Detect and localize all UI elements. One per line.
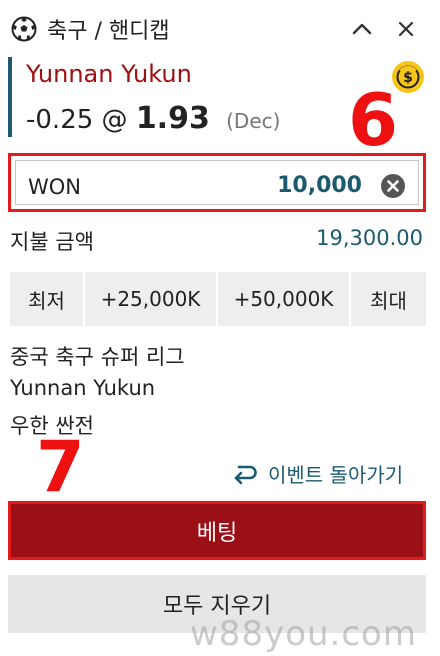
selection-accent-bar xyxy=(8,57,12,137)
odds-value: 1.93 xyxy=(135,101,210,136)
stake-input[interactable]: WON 10,000 xyxy=(15,160,419,205)
place-bet-button[interactable]: 베팅 xyxy=(11,504,423,557)
annotation-number-6: 6 xyxy=(348,78,399,162)
betslip-header: 축구 / 핸디캡 xyxy=(0,0,440,56)
quick-stake-min-button[interactable]: 최저 xyxy=(10,272,83,326)
svg-text:$: $ xyxy=(403,70,413,86)
odds-format: (Dec) xyxy=(226,109,281,133)
league-name: 중국 축구 슈퍼 리그 xyxy=(10,345,185,369)
payout-value: 19,300.00 xyxy=(316,226,423,250)
handicap-value: -0.25 @ xyxy=(26,105,128,135)
place-bet-highlight: 베팅 xyxy=(8,501,426,560)
soccer-ball-icon xyxy=(11,16,37,42)
return-arrow-icon xyxy=(234,465,257,484)
close-icon[interactable] xyxy=(394,17,418,41)
back-to-event-link[interactable]: 이벤트 돌아가기 xyxy=(232,459,403,488)
watermark-text: w88you.com xyxy=(190,614,417,654)
stake-amount[interactable]: 10,000 xyxy=(277,173,362,198)
currency-label: WON xyxy=(28,175,82,199)
sport-market-title: 축구 / 핸디캡 xyxy=(47,19,170,44)
back-link-label: 이벤트 돌아가기 xyxy=(268,463,404,487)
selection-odds-line: -0.25 @ 1.93 (Dec) xyxy=(26,101,280,136)
place-bet-label: 베팅 xyxy=(196,520,238,546)
payout-label: 지불 금액 xyxy=(10,230,94,254)
quick-stake-25k-button[interactable]: +25,000K xyxy=(85,272,216,326)
chevron-up-icon[interactable] xyxy=(350,17,374,41)
selection-team: Yunnan Yukun xyxy=(26,60,192,88)
match-team: Yunnan Yukun xyxy=(10,376,156,400)
quick-stake-50k-button[interactable]: +50,000K xyxy=(218,272,349,326)
quick-stake-max-button[interactable]: 최대 xyxy=(351,272,426,326)
stake-input-highlight: WON 10,000 xyxy=(8,153,426,212)
clear-x-icon[interactable] xyxy=(380,173,406,199)
quick-stake-row: 최저 +25,000K +50,000K 최대 xyxy=(10,272,426,326)
annotation-number-7: 7 xyxy=(36,426,85,508)
